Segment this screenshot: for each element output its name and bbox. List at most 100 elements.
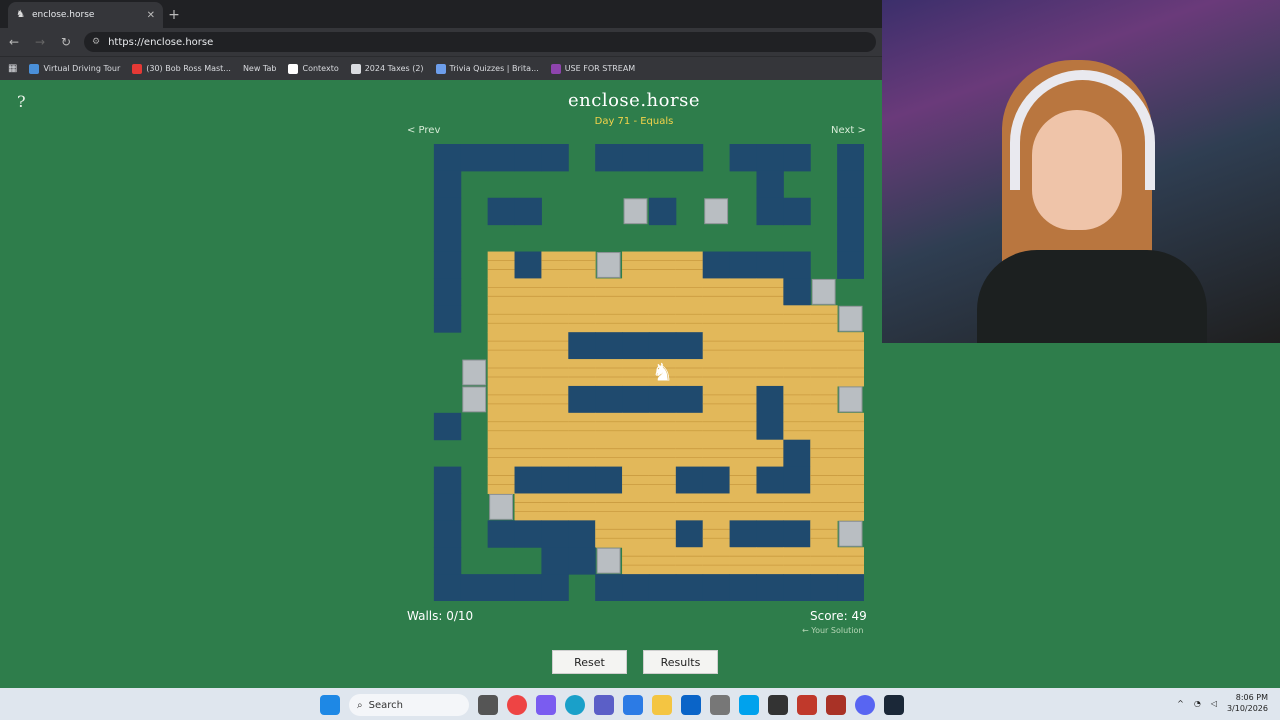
hay-tile[interactable] xyxy=(756,547,784,575)
hay-tile[interactable] xyxy=(783,547,811,575)
hay-tile[interactable] xyxy=(568,359,596,387)
water-tile[interactable] xyxy=(756,520,784,548)
app-icon[interactable] xyxy=(797,695,817,715)
back-icon[interactable]: ← xyxy=(6,35,22,49)
teams-icon[interactable] xyxy=(594,695,614,715)
water-tile[interactable] xyxy=(756,385,784,414)
hay-tile[interactable] xyxy=(810,359,838,387)
hay-tile[interactable] xyxy=(568,251,596,279)
hay-tile[interactable] xyxy=(783,305,811,333)
water-tile[interactable] xyxy=(756,197,784,226)
water-tile[interactable] xyxy=(702,574,731,601)
hay-tile[interactable] xyxy=(729,278,757,306)
water-tile[interactable] xyxy=(810,574,838,601)
chevron-up-icon[interactable]: ^ xyxy=(1177,699,1184,708)
hay-tile[interactable] xyxy=(648,520,677,548)
hay-tile[interactable] xyxy=(837,547,864,575)
water-tile[interactable] xyxy=(487,197,516,226)
water-tile[interactable] xyxy=(595,144,623,172)
water-tile[interactable] xyxy=(837,170,864,199)
clock[interactable]: 8:06 PM 3/10/2026 xyxy=(1227,692,1268,714)
hay-tile[interactable] xyxy=(783,493,811,521)
forward-icon[interactable]: → xyxy=(32,35,48,49)
hay-tile[interactable] xyxy=(702,493,731,521)
hay-tile[interactable] xyxy=(702,332,731,360)
hay-tile[interactable] xyxy=(622,305,650,333)
hay-tile[interactable] xyxy=(810,466,838,494)
steam-icon[interactable] xyxy=(884,695,904,715)
water-tile[interactable] xyxy=(837,224,864,253)
hay-tile[interactable] xyxy=(487,412,516,441)
water-tile[interactable] xyxy=(433,197,462,226)
hay-tile[interactable] xyxy=(648,278,677,306)
water-tile[interactable] xyxy=(541,466,569,494)
hay-tile[interactable] xyxy=(729,412,757,441)
hay-tile[interactable] xyxy=(783,332,811,360)
hay-tile[interactable] xyxy=(622,520,650,548)
water-tile[interactable] xyxy=(487,520,516,548)
stone-wall-tile[interactable] xyxy=(838,305,863,332)
hay-tile[interactable] xyxy=(595,412,623,441)
water-tile[interactable] xyxy=(837,574,864,601)
hay-tile[interactable] xyxy=(675,305,704,333)
hay-tile[interactable] xyxy=(810,332,838,360)
hay-tile[interactable] xyxy=(702,359,731,387)
hay-tile[interactable] xyxy=(648,412,677,441)
hay-tile[interactable] xyxy=(756,439,784,468)
hay-tile[interactable] xyxy=(837,412,864,441)
hay-tile[interactable] xyxy=(702,385,731,414)
taskbar-search[interactable]: ⌕ Search xyxy=(349,694,469,716)
water-tile[interactable] xyxy=(541,574,569,601)
hay-tile[interactable] xyxy=(568,439,596,468)
hay-tile[interactable] xyxy=(514,493,542,521)
hay-tile[interactable] xyxy=(541,359,569,387)
water-tile[interactable] xyxy=(433,251,462,279)
bookmark-item[interactable]: 2024 Taxes (2) xyxy=(350,63,424,74)
water-tile[interactable] xyxy=(514,520,542,548)
reload-icon[interactable]: ↻ xyxy=(58,35,74,49)
water-tile[interactable] xyxy=(837,251,864,279)
hay-tile[interactable] xyxy=(756,359,784,387)
next-puzzle-link[interactable]: Next > xyxy=(831,125,866,136)
hay-tile[interactable] xyxy=(702,305,731,333)
hay-tile[interactable] xyxy=(837,439,864,468)
water-tile[interactable] xyxy=(433,278,462,306)
hay-tile[interactable] xyxy=(487,439,516,468)
hay-tile[interactable] xyxy=(541,305,569,333)
hay-tile[interactable] xyxy=(487,385,516,414)
hay-tile[interactable] xyxy=(675,412,704,441)
prev-puzzle-link[interactable]: < Prev xyxy=(407,125,440,136)
hay-tile[interactable] xyxy=(756,332,784,360)
water-tile[interactable] xyxy=(487,574,516,601)
bookmark-item[interactable]: (30) Bob Ross Mast... xyxy=(132,63,231,74)
hay-tile[interactable] xyxy=(541,251,569,279)
results-button[interactable]: Results xyxy=(643,650,718,674)
hay-tile[interactable] xyxy=(648,493,677,521)
hay-tile[interactable] xyxy=(675,439,704,468)
water-tile[interactable] xyxy=(729,251,757,279)
water-tile[interactable] xyxy=(783,520,811,548)
hay-tile[interactable] xyxy=(675,251,704,279)
hay-tile[interactable] xyxy=(514,305,542,333)
hay-tile[interactable] xyxy=(622,493,650,521)
hay-tile[interactable] xyxy=(595,439,623,468)
water-tile[interactable] xyxy=(756,466,784,494)
hay-tile[interactable] xyxy=(595,305,623,333)
hay-tile[interactable] xyxy=(622,278,650,306)
stone-wall-tile[interactable] xyxy=(596,547,621,574)
hay-tile[interactable] xyxy=(541,385,569,414)
hay-tile[interactable] xyxy=(729,305,757,333)
hay-tile[interactable] xyxy=(810,439,838,468)
bookmark-item[interactable]: USE FOR STREAM xyxy=(550,63,635,74)
water-tile[interactable] xyxy=(541,520,569,548)
water-tile[interactable] xyxy=(622,574,650,601)
hay-tile[interactable] xyxy=(568,278,596,306)
water-tile[interactable] xyxy=(514,251,542,279)
hay-tile[interactable] xyxy=(837,493,864,521)
water-tile[interactable] xyxy=(702,466,731,494)
hay-tile[interactable] xyxy=(756,493,784,521)
hay-tile[interactable] xyxy=(837,466,864,494)
water-tile[interactable] xyxy=(568,466,596,494)
stone-wall-tile[interactable] xyxy=(462,359,487,386)
water-tile[interactable] xyxy=(568,385,596,414)
